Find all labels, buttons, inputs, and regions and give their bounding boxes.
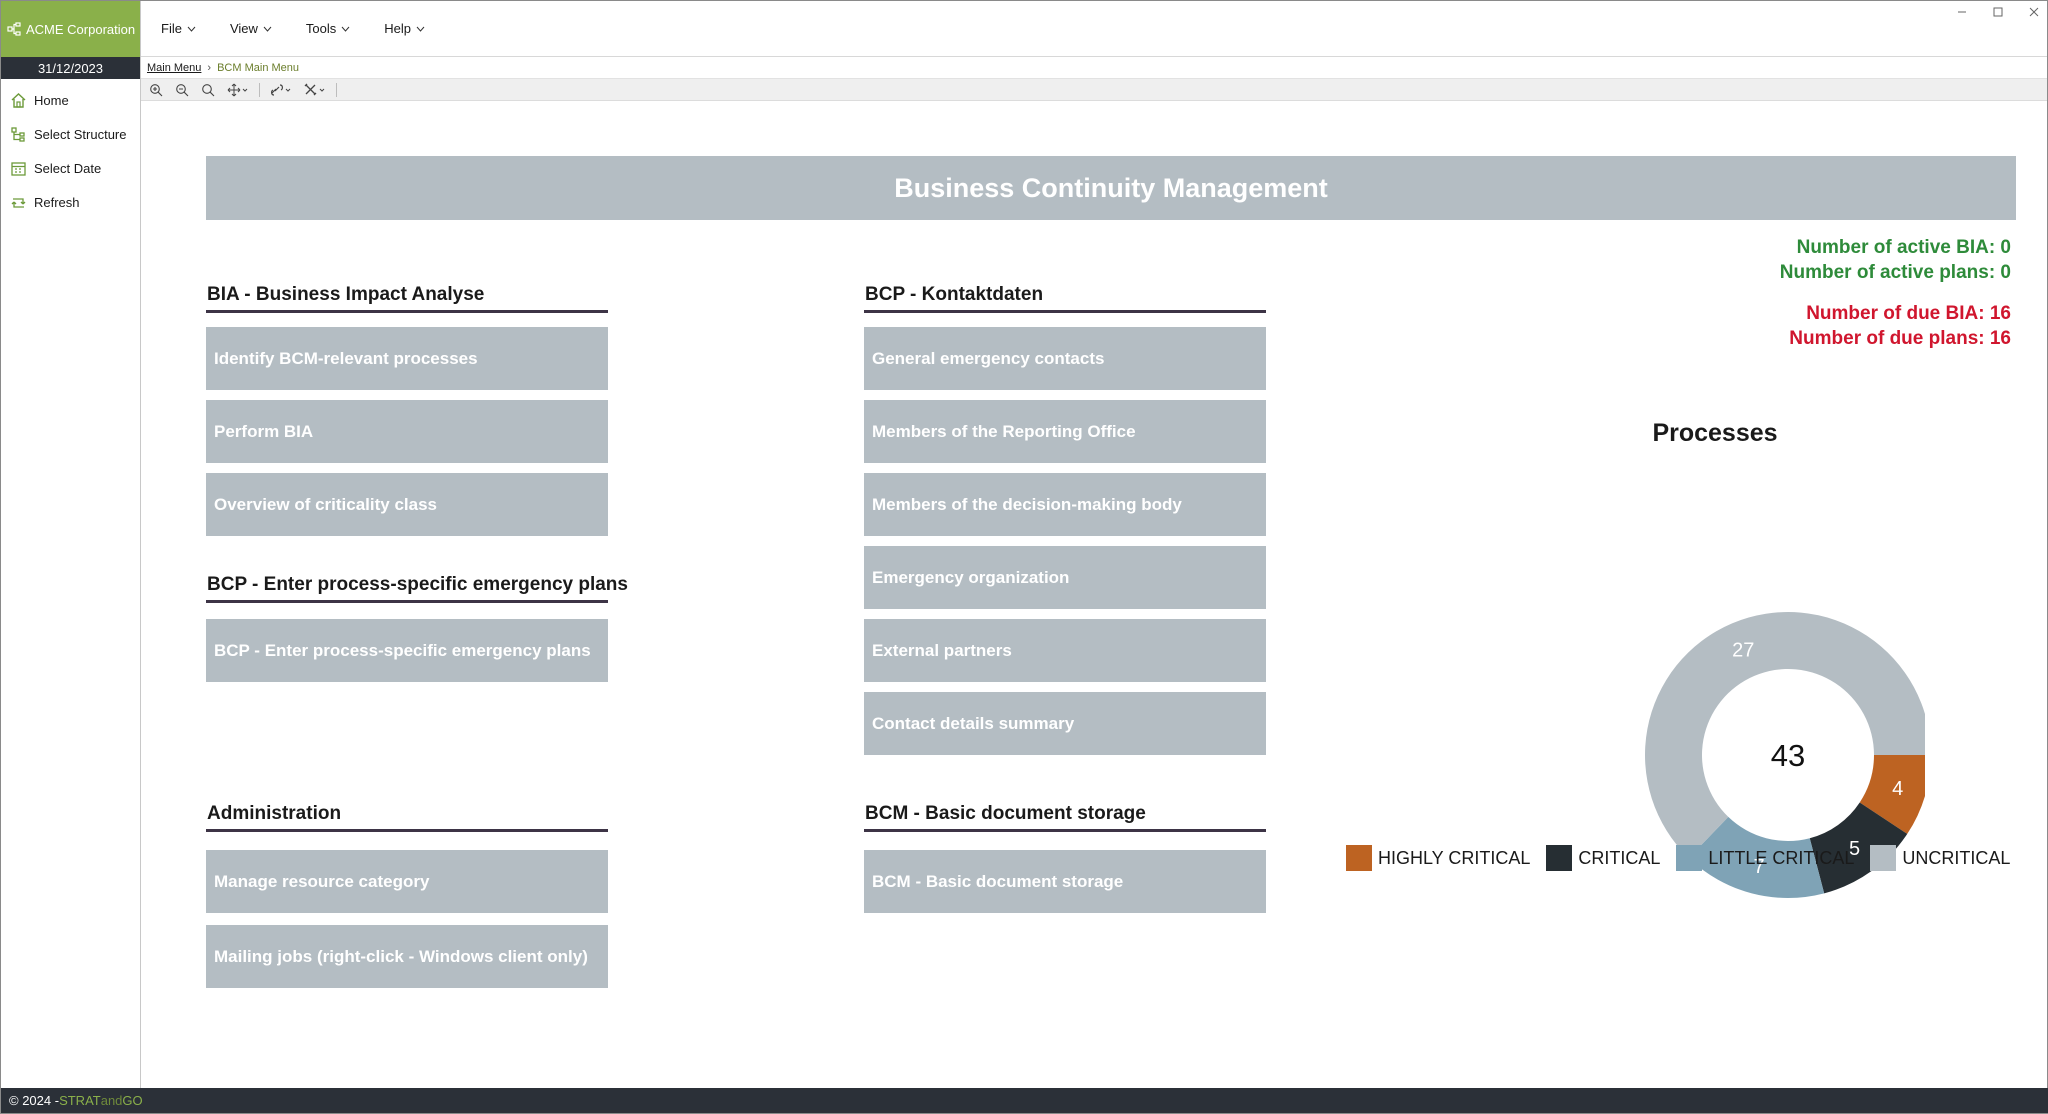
home-icon bbox=[9, 91, 27, 109]
zoom-reset-icon[interactable] bbox=[199, 82, 217, 98]
section-heading-bcp-plans: BCP - Enter process-specific emergency p… bbox=[206, 571, 628, 603]
legend-swatch bbox=[1676, 845, 1703, 871]
footer-brand-strat: STRAT bbox=[59, 1093, 101, 1108]
sidebar-item-select-structure[interactable]: Select Structure bbox=[1, 117, 140, 151]
calendar-icon bbox=[9, 159, 27, 177]
legend-item-uncritical[interactable]: UNCRITICAL bbox=[1870, 845, 2010, 871]
menu-view[interactable]: View bbox=[230, 21, 272, 36]
tile-decision-making-body[interactable]: Members of the decision-making body bbox=[864, 473, 1266, 536]
chevron-down-icon bbox=[187, 26, 196, 32]
org-tree-icon bbox=[7, 22, 21, 36]
breadcrumb-separator-icon: › bbox=[207, 61, 212, 74]
legend-swatch bbox=[1870, 845, 1897, 871]
tile-contact-summary[interactable]: Contact details summary bbox=[864, 692, 1266, 755]
tile-mailing-jobs[interactable]: Mailing jobs (right-click - Windows clie… bbox=[206, 925, 608, 988]
refresh-icon bbox=[9, 193, 27, 211]
toolbar-divider bbox=[336, 82, 337, 97]
stats-panel: Number of active BIA: 0 Number of active… bbox=[1780, 235, 2011, 351]
sidebar-item-label: Home bbox=[34, 92, 69, 108]
minimize-icon[interactable] bbox=[1955, 5, 1969, 19]
legend-item-highly-critical[interactable]: HIGHLY CRITICAL bbox=[1346, 845, 1530, 871]
legend-item-critical[interactable]: CRITICAL bbox=[1546, 845, 1660, 871]
close-icon[interactable] bbox=[2027, 5, 2041, 19]
brand-name: ACME Corporation bbox=[26, 21, 136, 37]
legend-label: LITTLE CRITICAL bbox=[1708, 847, 1855, 868]
sidebar: ACME Corporation 31/12/2023 Home Select … bbox=[1, 1, 141, 1090]
sidebar-item-label: Select Structure bbox=[34, 126, 127, 142]
menu-bar: File View Tools Help bbox=[141, 1, 2047, 57]
legend-swatch bbox=[1546, 845, 1573, 871]
tile-manage-resource-category[interactable]: Manage resource category bbox=[206, 850, 608, 913]
menu-file-label: File bbox=[161, 21, 182, 36]
link-icon[interactable] bbox=[268, 82, 294, 98]
menu-tools[interactable]: Tools bbox=[306, 21, 350, 36]
sidebar-item-home[interactable]: Home bbox=[1, 83, 140, 117]
footer-brand-go: GO bbox=[122, 1093, 143, 1108]
maximize-icon[interactable] bbox=[1991, 5, 2005, 19]
section-heading-bia: BIA - Business Impact Analyse bbox=[206, 281, 608, 313]
legend-label: HIGHLY CRITICAL bbox=[1378, 847, 1531, 868]
tile-bcp-plans[interactable]: BCP - Enter process-specific emergency p… bbox=[206, 619, 608, 682]
footer-copyright: © 2024 - bbox=[9, 1093, 60, 1108]
tile-criticality-overview[interactable]: Overview of criticality class bbox=[206, 473, 608, 536]
donut-slice-label: 27 bbox=[1732, 640, 1754, 662]
stat-due-plans: Number of due plans: 16 bbox=[1789, 328, 2011, 349]
menu-view-label: View bbox=[229, 21, 258, 36]
menu-help[interactable]: Help bbox=[384, 21, 425, 36]
stat-active-bia: Number of active BIA: 0 bbox=[1796, 237, 2011, 258]
tile-perform-bia[interactable]: Perform BIA bbox=[206, 400, 608, 463]
section-heading-document-storage: BCM - Basic document storage bbox=[864, 800, 1266, 832]
app-window: ACME Corporation 31/12/2023 Home Select … bbox=[0, 0, 2048, 1114]
tile-reporting-office[interactable]: Members of the Reporting Office bbox=[864, 400, 1266, 463]
chart-legend: HIGHLY CRITICAL CRITICAL LITTLE CRITICAL UN… bbox=[1346, 845, 2010, 871]
chevron-down-icon bbox=[341, 26, 350, 32]
donut-slice-label: 4 bbox=[1892, 778, 1903, 800]
menu-file[interactable]: File bbox=[161, 21, 196, 36]
stat-due-bia: Number of due BIA: 16 bbox=[1806, 303, 2011, 324]
tile-document-storage[interactable]: BCM - Basic document storage bbox=[864, 850, 1266, 913]
legend-label: UNCRITICAL bbox=[1902, 847, 2011, 868]
breadcrumb-main-menu[interactable]: Main Menu bbox=[147, 62, 201, 74]
section-heading-contacts: BCP - Kontaktdaten bbox=[864, 281, 1266, 313]
chevron-down-icon bbox=[416, 26, 425, 32]
legend-item-little-critical[interactable]: LITTLE CRITICAL bbox=[1676, 845, 1854, 871]
footer: © 2024 - STRAT and GO bbox=[1, 1088, 2048, 1113]
zoom-out-icon[interactable] bbox=[173, 82, 191, 98]
toolbar bbox=[141, 79, 2047, 101]
toolbar-divider bbox=[259, 82, 260, 97]
chevron-down-icon bbox=[263, 26, 272, 32]
tools-icon[interactable] bbox=[302, 82, 328, 98]
legend-swatch bbox=[1346, 845, 1372, 871]
current-date[interactable]: 31/12/2023 bbox=[1, 57, 140, 79]
footer-brand-and: and bbox=[100, 1093, 123, 1108]
sidebar-item-label: Select Date bbox=[34, 160, 102, 176]
legend-label: CRITICAL bbox=[1578, 847, 1661, 868]
structure-icon bbox=[9, 125, 27, 143]
stat-active-plans: Number of active plans: 0 bbox=[1779, 262, 2011, 283]
pan-icon[interactable] bbox=[225, 82, 251, 98]
sidebar-item-select-date[interactable]: Select Date bbox=[1, 151, 140, 185]
chart-title: Processes bbox=[1652, 419, 1778, 447]
zoom-in-icon[interactable] bbox=[147, 82, 165, 98]
main-content: Business Continuity Management BIA - Bus… bbox=[141, 101, 2047, 1088]
breadcrumb: Main Menu › BCM Main Menu bbox=[141, 57, 2047, 79]
breadcrumb-current: BCM Main Menu bbox=[217, 61, 300, 74]
tile-general-emergency-contacts[interactable]: General emergency contacts bbox=[864, 327, 1266, 390]
menu-tools-label: Tools bbox=[305, 21, 337, 36]
brand-bar[interactable]: ACME Corporation bbox=[1, 1, 140, 57]
sidebar-item-label: Refresh bbox=[34, 194, 80, 210]
sidebar-item-refresh[interactable]: Refresh bbox=[1, 185, 140, 219]
tile-identify-processes[interactable]: Identify BCM-relevant processes bbox=[206, 327, 608, 390]
menu-help-label: Help bbox=[384, 21, 412, 36]
tile-emergency-organization[interactable]: Emergency organization bbox=[864, 546, 1266, 609]
section-heading-administration: Administration bbox=[206, 800, 608, 832]
page-title: Business Continuity Management bbox=[206, 156, 2016, 220]
window-controls bbox=[1955, 5, 2041, 19]
donut-total: 43 bbox=[1771, 738, 1805, 773]
tile-external-partners[interactable]: External partners bbox=[864, 619, 1266, 682]
